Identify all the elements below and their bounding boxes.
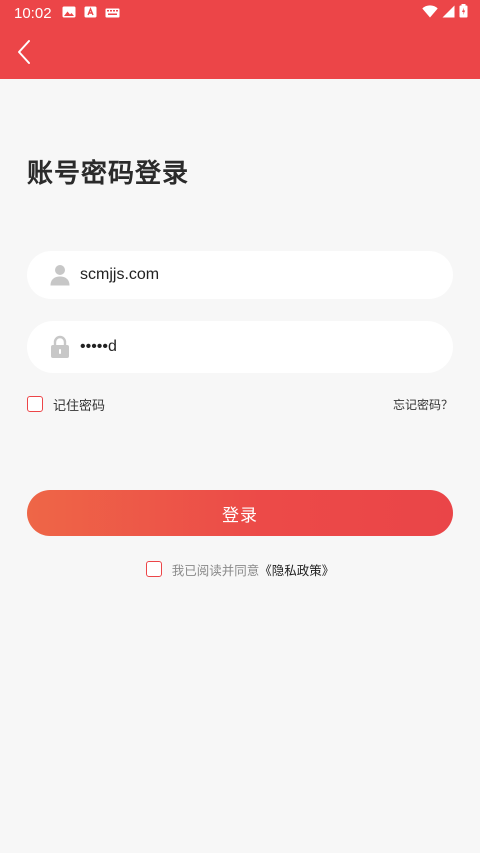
password-field[interactable] (27, 321, 453, 373)
status-time: 10:02 (14, 4, 52, 22)
user-icon (49, 263, 71, 287)
agreement-row: 我已阅读并同意 《隐私政策》 (0, 560, 480, 578)
remember-password-checkbox[interactable] (27, 396, 43, 412)
lock-icon (49, 335, 71, 359)
signal-icon (442, 4, 455, 22)
image-icon (62, 4, 76, 22)
password-input[interactable] (80, 332, 400, 362)
privacy-policy-link[interactable]: 《隐私政策》 (259, 560, 334, 579)
wifi-icon (422, 4, 438, 22)
chevron-left-icon (18, 40, 30, 64)
forgot-password-link[interactable]: 忘记密码？ (393, 396, 453, 413)
agreement-checkbox[interactable] (145, 561, 162, 577)
remember-password-label[interactable]: 记住密码 (53, 395, 105, 414)
back-button[interactable] (12, 38, 36, 66)
font-app-icon (84, 4, 97, 22)
status-bar: 10:02 (0, 0, 480, 26)
page-title: 账号密码登录 (27, 159, 190, 189)
remember-row: 记住密码 忘记密码？ (27, 395, 453, 414)
status-right-icons (422, 4, 468, 22)
keyboard-icon (105, 4, 120, 22)
username-input[interactable] (80, 260, 400, 290)
battery-icon (459, 4, 468, 22)
login-button[interactable]: 登录 (27, 490, 453, 536)
agreement-text: 我已阅读并同意 (171, 562, 260, 578)
top-app-bar: 10:02 (0, 0, 480, 79)
username-field[interactable] (27, 251, 453, 299)
